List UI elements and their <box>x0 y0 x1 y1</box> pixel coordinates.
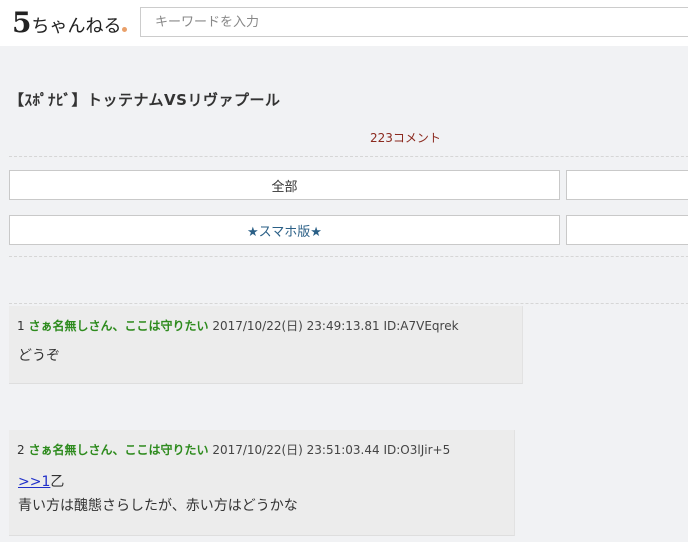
smartphone-version-label: ★スマホ版★ <box>247 224 322 240</box>
logo-text: ちゃんねる <box>31 16 122 37</box>
reply-anchor-link[interactable]: >>1 <box>18 474 50 490</box>
post-body: >>1乙 青い方は醜態さらしたが、赤い方はどうかな <box>18 470 298 518</box>
post-datetime: 2017/10/22(日) 23:51:03.44 <box>212 443 380 457</box>
nav-button-4[interactable] <box>566 215 688 245</box>
comment-count[interactable]: 223コメント <box>370 129 441 146</box>
logo-dot-icon <box>122 27 128 32</box>
divider <box>9 156 688 157</box>
post-datetime: 2017/10/22(日) 23:49:13.81 <box>212 319 380 333</box>
show-all-button[interactable]: 全部 <box>9 170 560 200</box>
post-number[interactable]: 1 <box>17 319 25 333</box>
search-input[interactable] <box>140 7 688 37</box>
post-author: さぁ名無しさん、ここは守りたい <box>28 319 209 333</box>
post-meta: 2 さぁ名無しさん、ここは守りたい 2017/10/22(日) 23:51:03… <box>17 441 450 458</box>
post-id[interactable]: ID:A7VEqrek <box>383 319 458 333</box>
post-author: さぁ名無しさん、ここは守りたい <box>28 443 209 457</box>
post-meta: 1 さぁ名無しさん、ここは守りたい 2017/10/22(日) 23:49:13… <box>17 317 459 334</box>
thread-title: 【ｽﾎﾟﾅﾋﾞ】トッテナムVSリヴァプール <box>9 91 281 109</box>
post-body: どうぞ <box>18 344 60 368</box>
smartphone-version-button[interactable]: ★スマホ版★ <box>9 215 560 245</box>
site-header: 5 ちゃんねる <box>0 0 688 46</box>
show-all-label: 全部 <box>271 179 298 195</box>
post-line: どうぞ <box>18 348 60 364</box>
post-number[interactable]: 2 <box>17 443 25 457</box>
divider <box>9 303 688 304</box>
post-reply-line: >>1乙 <box>18 470 298 494</box>
post-2: 2 さぁ名無しさん、ここは守りたい 2017/10/22(日) 23:51:03… <box>9 430 515 536</box>
post-1: 1 さぁ名無しさん、ここは守りたい 2017/10/22(日) 23:49:13… <box>9 306 523 384</box>
post-id[interactable]: ID:O3lJir+5 <box>383 443 450 457</box>
site-logo[interactable]: 5 ちゃんねる <box>12 6 128 39</box>
logo-five: 5 <box>12 6 32 39</box>
reply-suffix: 乙 <box>50 474 65 490</box>
nav-button-2[interactable] <box>566 170 688 200</box>
divider <box>9 256 688 257</box>
post-line: 青い方は醜態さらしたが、赤い方はどうかな <box>18 498 298 514</box>
